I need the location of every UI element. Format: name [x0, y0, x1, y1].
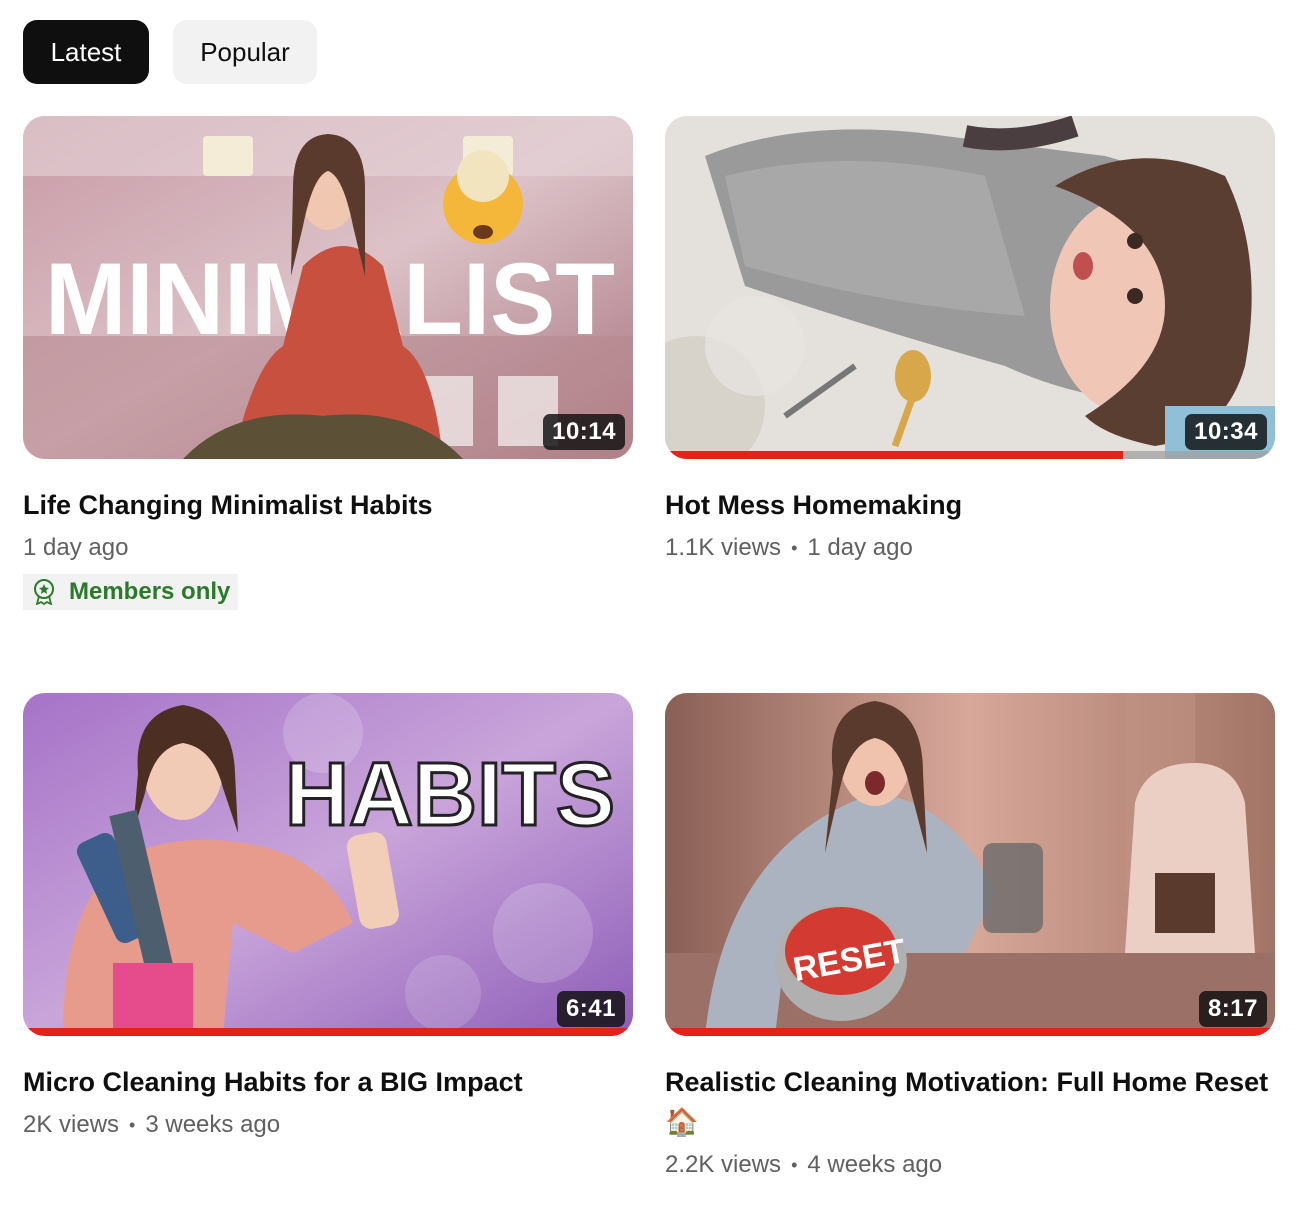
video-title[interactable]: Realistic Cleaning Motivation: Full Home…	[665, 1062, 1275, 1142]
video-views: 1.1K views	[665, 534, 782, 561]
tab-popular[interactable]: Popular	[173, 20, 317, 84]
filter-chips: Latest Popular	[23, 20, 317, 84]
video-duration: 10:14	[543, 414, 625, 450]
video-card: HABITS 6:41 Micro Cleaning Habits for a …	[23, 693, 633, 1139]
video-title[interactable]: Hot Mess Homemaking	[665, 485, 1275, 525]
separator-dot: •	[791, 1154, 798, 1175]
video-card: 10:34 Hot Mess Homemaking 1.1K views • 1…	[665, 116, 1275, 562]
thumbnail-image: MINIMALIST	[23, 116, 633, 459]
watch-progress-bar	[665, 1028, 1275, 1036]
video-thumbnail[interactable]: 10:34	[665, 116, 1275, 459]
members-only-label: Members only	[69, 578, 231, 605]
video-thumbnail[interactable]: MINIMALIST 10:14	[23, 116, 633, 459]
video-thumbnail[interactable]: HABITS 6:41	[23, 693, 633, 1036]
watch-progress-bar	[23, 1028, 633, 1036]
tab-latest[interactable]: Latest	[23, 20, 149, 84]
watch-progress-fill	[23, 1028, 633, 1036]
video-age: 3 weeks ago	[145, 1111, 281, 1138]
watch-progress-bar	[665, 451, 1275, 459]
video-duration: 8:17	[1198, 991, 1267, 1027]
members-only-badge: Members only	[23, 574, 239, 610]
video-age: 1 day ago	[807, 534, 913, 561]
thumbnail-image: RESET	[665, 693, 1275, 1036]
video-card: MINIMALIST 10:14 Life Changing Minimalis…	[23, 116, 633, 610]
watch-progress-fill	[665, 451, 1123, 459]
video-age: 1 day ago	[23, 534, 129, 561]
video-duration: 6:41	[556, 991, 625, 1027]
video-metadata: 2K views • 3 weeks ago	[23, 1111, 633, 1139]
video-title[interactable]: Micro Cleaning Habits for a BIG Impact	[23, 1062, 633, 1102]
award-star-icon	[34, 579, 54, 605]
video-card: RESET 8:17 Realistic Cleaning Motivation…	[665, 693, 1275, 1179]
video-metadata: 1 day ago	[23, 534, 633, 562]
video-age: 4 weeks ago	[807, 1151, 943, 1178]
thumbnail-image	[665, 116, 1275, 459]
video-views: 2K views	[23, 1111, 120, 1138]
video-metadata: 1.1K views • 1 day ago	[665, 534, 1275, 562]
thumbnail-text: HABITS	[285, 745, 615, 845]
separator-dot: •	[129, 1114, 136, 1135]
video-views: 2.2K views	[665, 1151, 782, 1178]
video-title[interactable]: Life Changing Minimalist Habits	[23, 485, 633, 525]
video-thumbnail[interactable]: RESET 8:17	[665, 693, 1275, 1036]
separator-dot: •	[791, 537, 798, 558]
video-metadata: 2.2K views • 4 weeks ago	[665, 1151, 1275, 1179]
video-duration: 10:34	[1185, 414, 1267, 450]
watch-progress-fill	[665, 1028, 1275, 1036]
thumbnail-image: HABITS	[23, 693, 633, 1036]
